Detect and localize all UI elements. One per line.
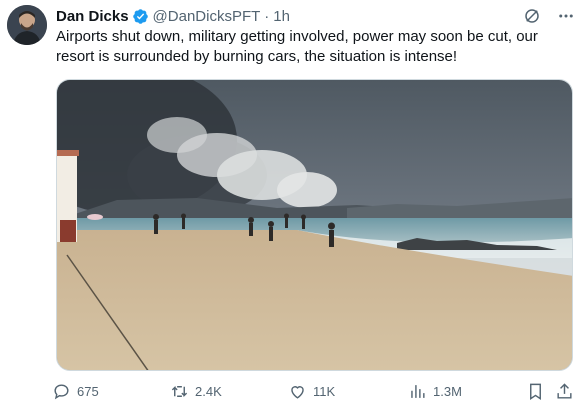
tweet-text: Airports shut down, military getting inv…: [56, 28, 538, 65]
tweet-media-image[interactable]: [56, 79, 573, 371]
views-icon: [411, 385, 425, 398]
grok-icon[interactable]: [521, 5, 543, 27]
reply-icon: [54, 384, 69, 400]
tweet: Dan Dicks @DanDicksPFT · 1h Airports shu…: [0, 0, 585, 407]
tweet-actions-bar: 675 2.4K 11K 1.3M: [52, 382, 577, 404]
avatar[interactable]: [7, 5, 47, 45]
views-button[interactable]: 1.3M: [408, 382, 462, 401]
separator-dot: ·: [264, 7, 270, 25]
like-button[interactable]: 11K: [288, 382, 335, 401]
like-count: 11K: [313, 384, 336, 399]
reply-button[interactable]: 675: [52, 382, 99, 401]
repost-button[interactable]: 2.4K: [170, 382, 222, 401]
author-name[interactable]: Dan Dicks: [56, 8, 129, 25]
tweet-header: Dan Dicks @DanDicksPFT · 1h: [56, 6, 290, 26]
top-right-actions: [521, 5, 577, 27]
repost-icon: [171, 385, 188, 398]
author-handle[interactable]: @DanDicksPFT: [153, 8, 261, 25]
heart-icon: [291, 386, 304, 399]
share-icon: [557, 383, 572, 399]
verified-badge-icon: [132, 8, 149, 25]
views-count: 1.3M: [433, 384, 462, 399]
bookmark-button[interactable]: [526, 382, 545, 401]
repost-count: 2.4K: [195, 384, 222, 399]
bookmark-icon: [530, 383, 541, 400]
share-button[interactable]: [555, 382, 574, 401]
more-icon[interactable]: [555, 5, 577, 27]
reply-count: 675: [77, 384, 99, 399]
timestamp[interactable]: 1h: [273, 8, 290, 25]
